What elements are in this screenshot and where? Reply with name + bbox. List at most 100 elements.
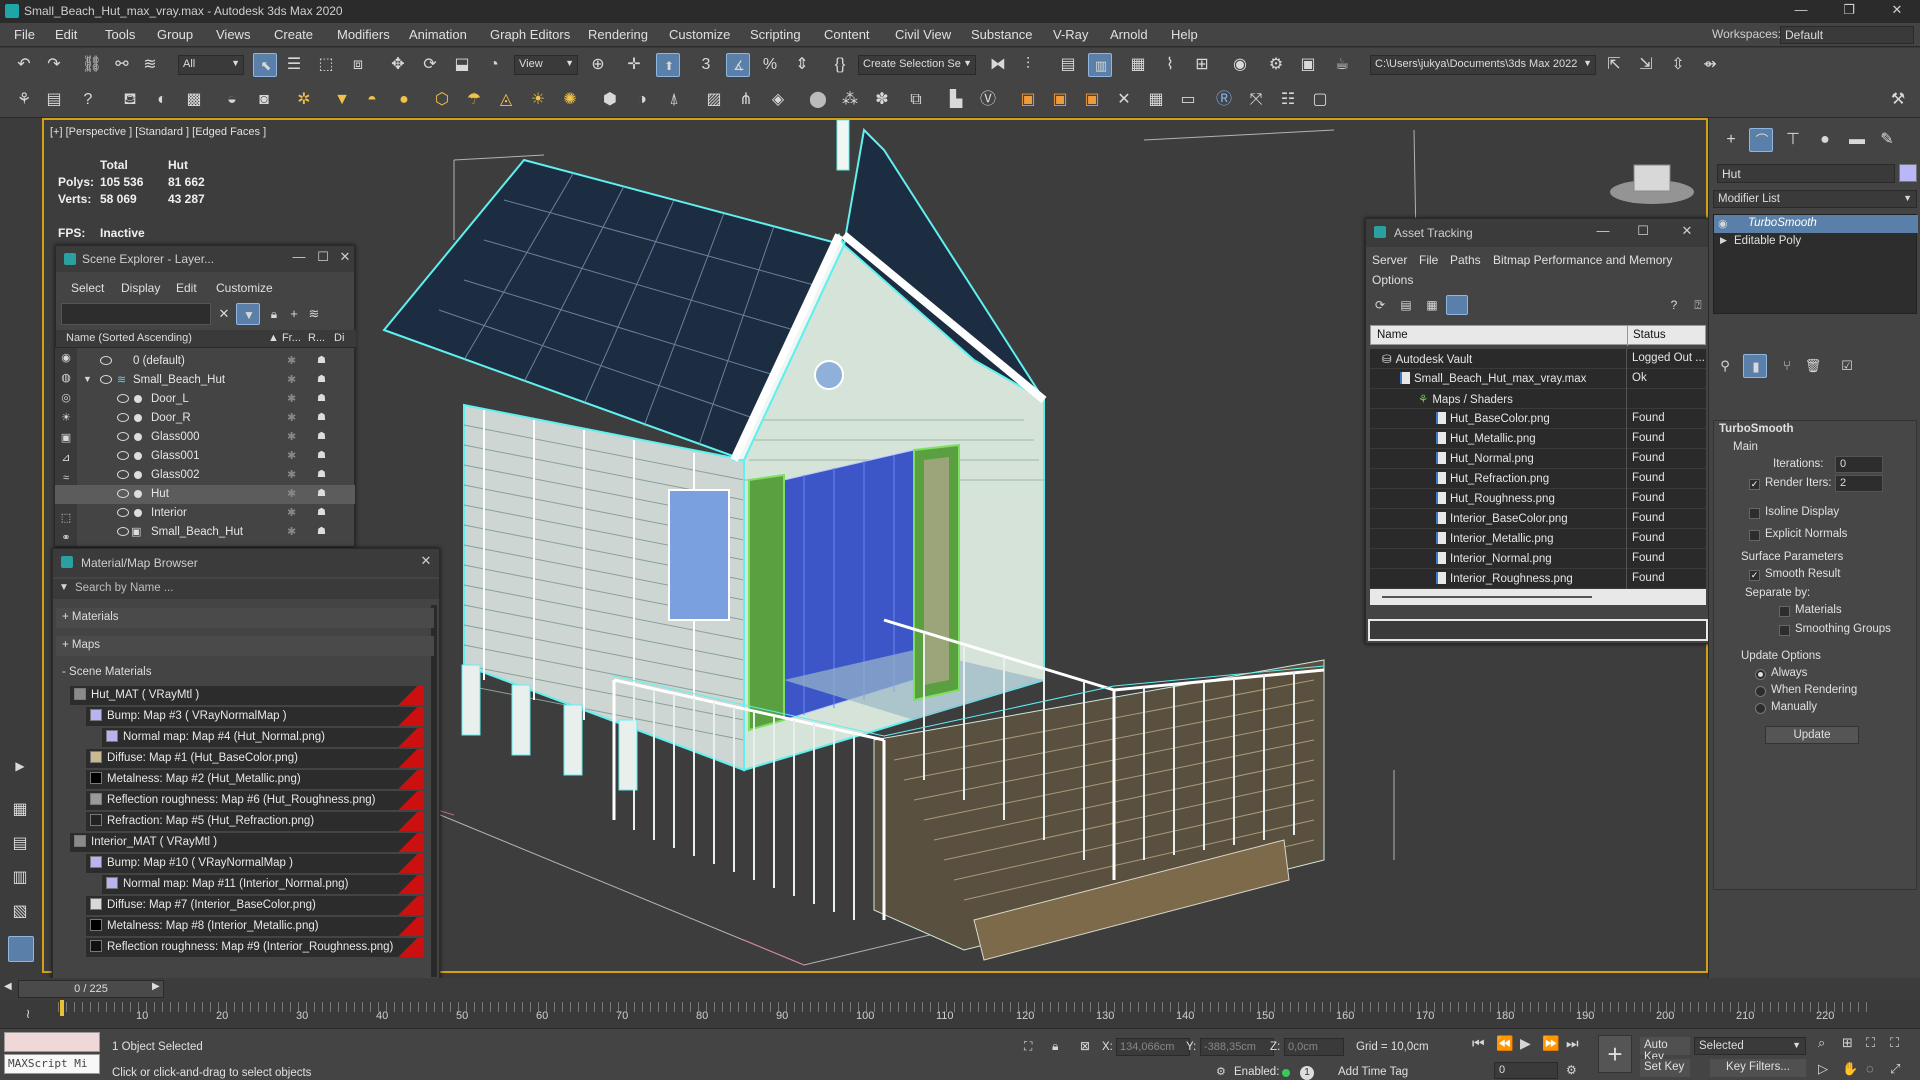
menu-vray[interactable]: V-Ray (1053, 27, 1088, 42)
scene-row-small-beach-hut-layer[interactable]: ▼ ≋ Small_Beach_Hut ✱ ☗ (55, 371, 355, 390)
layout-2-icon[interactable]: ▥ (8, 866, 32, 890)
time-prev-arrow-icon[interactable]: ◀ (4, 981, 14, 997)
grid-icon[interactable]: ▦ (1144, 88, 1168, 112)
pan-icon[interactable]: ✋ (1842, 1061, 1858, 1077)
update-manually-radio[interactable] (1755, 703, 1766, 714)
render-teapot-icon[interactable]: ☗ (317, 488, 329, 499)
expand-arrow-icon[interactable]: ▶ (1720, 235, 1727, 246)
project-open-icon[interactable]: ⇲ (1634, 53, 1658, 77)
project-save-icon[interactable]: ⇳ (1666, 53, 1690, 77)
named-selection-dropdown[interactable]: Create Selection Se ▼ (858, 55, 976, 75)
project-folder-icon[interactable]: ⇱ (1602, 53, 1626, 77)
maxscript-listener-top[interactable] (4, 1032, 100, 1052)
menu-arnold[interactable]: Arnold (1110, 27, 1148, 42)
omni-light-icon[interactable]: ✲ (292, 88, 316, 112)
material-row[interactable]: Reflection roughness: Map #9 (Interior_R… (86, 938, 424, 957)
menu-content[interactable]: Content (824, 27, 870, 42)
asset-row[interactable]: Interior_Metallic.png Found (1370, 529, 1706, 549)
col-name-header[interactable]: Name (1377, 329, 1408, 341)
col-name-header[interactable]: Name (Sorted Ascending) (66, 332, 192, 344)
rollout-title[interactable]: TurboSmooth (1719, 423, 1794, 435)
modifier-list-dropdown[interactable]: Modifier List ▼ (1713, 190, 1917, 208)
render-teapot-icon[interactable]: ☗ (317, 355, 329, 366)
material-editor-icon[interactable]: ◉ (1228, 53, 1252, 77)
at-menu-file[interactable]: File (1419, 253, 1438, 267)
auto-key-button[interactable]: Auto Key (1640, 1037, 1690, 1063)
separate-smoothing-groups-checkbox[interactable] (1779, 625, 1790, 636)
move-icon[interactable]: ✥ (386, 53, 410, 77)
menu-rendering[interactable]: Rendering (588, 27, 648, 42)
add-time-tag-button[interactable]: Add Time Tag (1338, 1066, 1408, 1078)
select-manipulate-icon[interactable]: ✛ (622, 53, 646, 77)
redo-icon[interactable]: ↷ (42, 53, 66, 77)
motion-tab-icon[interactable]: ● (1813, 128, 1837, 152)
time-config-icon[interactable]: ⚙ (1566, 1063, 1577, 1077)
x-coordinate-field[interactable]: 134,066cm (1116, 1038, 1190, 1056)
configure-sets-icon[interactable]: ☑ (1835, 354, 1859, 378)
sky-icon[interactable]: ✺ (558, 88, 582, 112)
material-browser-scrollbar[interactable] (431, 605, 437, 977)
freeze-icon[interactable]: ✱ (287, 487, 296, 500)
spot-light-icon[interactable]: ▼ (330, 88, 354, 112)
asset-row[interactable]: Small_Beach_Hut_max_vray.max Ok (1370, 369, 1706, 389)
detail-view-icon[interactable]: ▦ (1420, 295, 1444, 315)
render-teapot-icon[interactable]: ☗ (317, 507, 329, 518)
viewport-layout-icon[interactable]: ▭ (1176, 88, 1200, 112)
menu-create[interactable]: Create (274, 27, 313, 42)
material-override-icon[interactable]: ⧉ (904, 88, 928, 112)
maps-section-header[interactable]: + Maps (56, 636, 434, 656)
select-object-icon[interactable]: ⬉ (253, 53, 277, 77)
scene-row-default-layer[interactable]: 0 (default) ✱ ☗ (55, 352, 355, 371)
schematic-view-icon[interactable]: ⊞ (1190, 53, 1214, 77)
z-coordinate-field[interactable]: 0,0cm (1284, 1038, 1344, 1056)
menu-group[interactable]: Group (157, 27, 193, 42)
panel-icon[interactable]: ▢ (1308, 88, 1332, 112)
tools-icon[interactable]: ✕ (1112, 88, 1136, 112)
freeze-icon[interactable]: ✱ (287, 525, 296, 538)
table-view-icon[interactable] (1446, 295, 1468, 315)
material-slots-icon[interactable]: ⁂ (838, 88, 862, 112)
update-button[interactable]: Update (1765, 726, 1859, 744)
smooth-result-checkbox[interactable]: ✓ (1749, 570, 1760, 581)
expand-arrow-icon[interactable]: ▶ (8, 754, 32, 778)
refresh-icon[interactable]: ⟳ (1368, 295, 1392, 315)
key-filters-button[interactable]: Key Filters... (1710, 1059, 1806, 1077)
freeze-icon[interactable]: ✱ (287, 392, 296, 405)
minimize-button[interactable]: — (1786, 2, 1816, 20)
place-icon[interactable]: ◔ (482, 53, 506, 77)
menu-help[interactable]: Help (1171, 27, 1198, 42)
material-row[interactable]: Normal map: Map #4 (Hut_Normal.png) (102, 728, 424, 747)
curve-editor-mini-icon[interactable]: ≀ (16, 1002, 40, 1026)
absolute-mode-icon[interactable]: ⊠ (1080, 1039, 1090, 1053)
select-by-name-icon[interactable]: ☰ (282, 53, 306, 77)
scene-tree-icon[interactable]: ⚘ (12, 88, 36, 112)
set-key-button[interactable]: Set Key (1640, 1059, 1690, 1077)
material-row[interactable]: Metalness: Map #2 (Hut_Metallic.png) (86, 770, 424, 789)
menu-file[interactable]: File (14, 27, 35, 42)
goto-end-icon[interactable]: ⏭ (1566, 1035, 1579, 1052)
time-slider-thumb[interactable]: 0 / 225 (18, 980, 164, 998)
workspace-tools-icon[interactable]: ⚒ (1886, 88, 1910, 112)
close-button[interactable]: ✕ (1882, 2, 1912, 20)
material-row[interactable]: Interior_MAT ( VRayMtl ) (70, 833, 424, 852)
ies-light-icon[interactable]: ☂ (462, 88, 486, 112)
col-render-header[interactable]: R... (308, 332, 325, 344)
current-frame-marker[interactable] (60, 1000, 64, 1016)
layout-4-icon[interactable]: ▦ (8, 798, 32, 822)
isoline-display-checkbox[interactable] (1749, 508, 1760, 519)
orbit-icon[interactable]: ◌ (1866, 1061, 1874, 1076)
update-when-rendering-radio[interactable] (1755, 686, 1766, 697)
sun-icon[interactable]: ☀ (526, 88, 550, 112)
viewport-label[interactable]: [+] [Perspective ] [Standard ] [Edged Fa… (50, 126, 266, 138)
se-menu-select[interactable]: Select (71, 281, 104, 295)
list-icon[interactable]: ☷ (1276, 88, 1300, 112)
render-production-icon[interactable]: ☕ (1330, 53, 1354, 77)
layout-single-icon[interactable] (8, 936, 34, 962)
asset-table-hscrollbar[interactable] (1370, 589, 1706, 605)
material-row[interactable]: Diffuse: Map #7 (Interior_BaseColor.png) (86, 896, 424, 915)
undo-icon[interactable]: ↶ (12, 53, 36, 77)
vray-logo-icon[interactable]: Ⓥ (976, 88, 1000, 112)
scene-row-glass002[interactable]: Glass002 ✱ ☗ (55, 466, 355, 485)
render-setup-icon[interactable]: ⚙ (1264, 53, 1288, 77)
collapse-arrow-icon[interactable]: ▼ (83, 374, 92, 384)
